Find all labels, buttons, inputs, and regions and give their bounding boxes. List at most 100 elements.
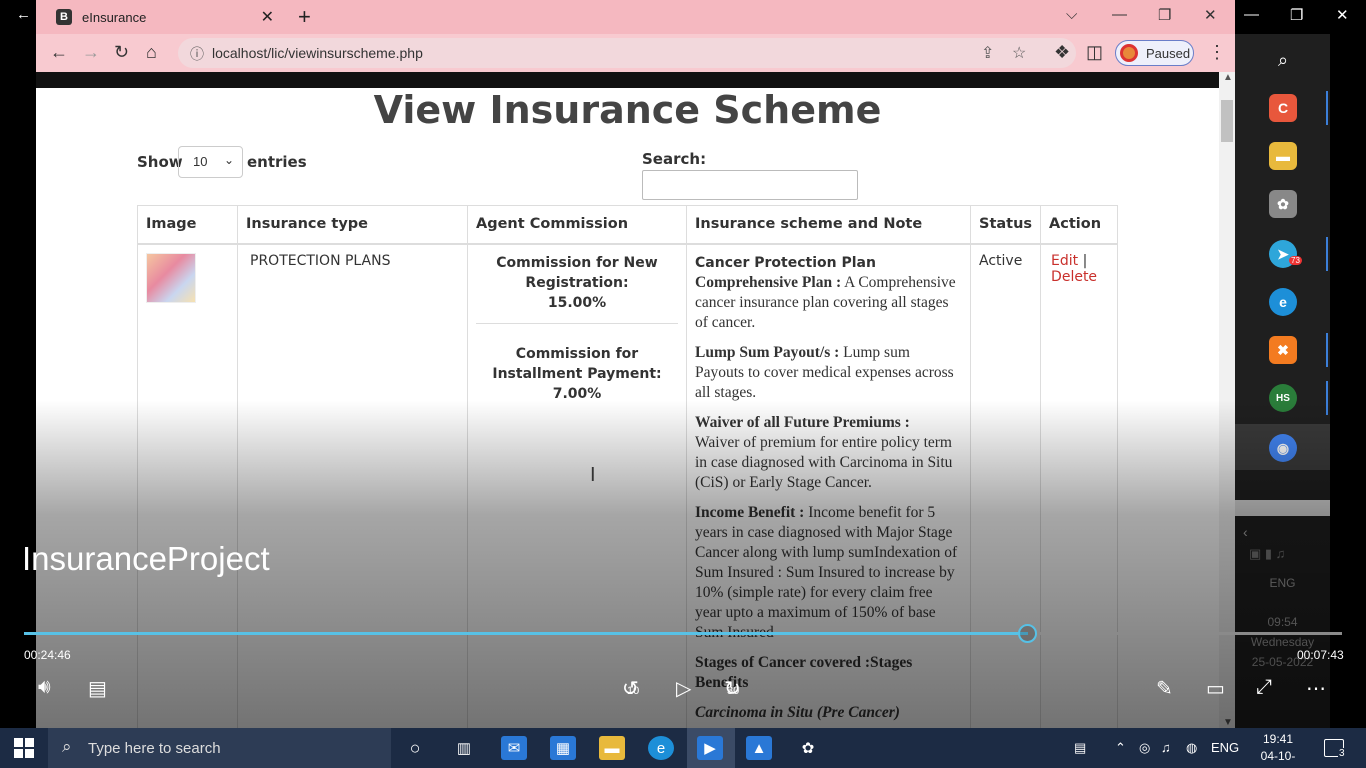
extensions-icon[interactable]: ❖ [1054,42,1070,63]
volume-tray-icon[interactable]: ♫ [1161,740,1171,755]
bookmark-star-icon[interactable]: ☆ [1012,43,1026,63]
cortana-icon[interactable]: ○ [402,736,428,760]
running-indicator [1326,237,1328,271]
forward-seconds: 30 [727,685,740,697]
edge-icon[interactable]: e [1269,288,1297,316]
show-label: Show [137,153,183,171]
profile-button[interactable]: Paused [1115,40,1194,66]
forward-icon[interactable]: → [82,42,100,63]
seek-bar[interactable] [24,624,1342,643]
search-icon[interactable]: ⌕ [1269,46,1297,74]
more-options-icon[interactable]: ⋯ [1306,676,1326,701]
panel-day: Wednesday [1250,635,1315,649]
hs-app-icon[interactable]: HS [1269,384,1297,412]
home-icon[interactable]: ⌂ [146,42,157,63]
taskbar-search[interactable]: ⌕ Type here to search [48,728,391,768]
tab-strip: B eInsurance ✕ + ⌵ — ❐ ✕ [36,0,1235,34]
browser-tab[interactable]: B eInsurance ✕ [44,0,284,34]
scheme-table: Image Insurance type Agent Commission In… [137,205,1119,728]
app-close-icon[interactable]: ✕ [1336,6,1349,24]
task-view-icon[interactable]: ▥ [451,736,477,760]
address-bar[interactable]: ⓘ localhost/lic/viewinsurscheme.php ⇪ ☆ [178,38,1076,68]
running-indicator [1326,91,1328,125]
restore-icon[interactable]: ❐ [1158,6,1171,24]
share-icon[interactable]: ⇪ [981,43,994,63]
scheme-thumbnail [146,252,196,303]
file-explorer-icon[interactable]: ▬ [599,736,625,760]
column-header-insurance-type[interactable]: Insurance type [237,205,468,245]
taskbar-search-placeholder: Type here to search [88,740,221,757]
panel-hscrollbar[interactable] [1235,500,1330,516]
windows-taskbar: ⌕ Type here to search ○ ▥ ✉ ▦ ▬ e ▶ ▲ ✿ … [0,728,1366,768]
edit-pen-icon[interactable]: ✎ [1156,676,1173,701]
captions-icon[interactable]: ▤ [88,676,107,701]
running-indicator [1326,381,1328,415]
column-header-action[interactable]: Action [1040,205,1119,245]
scroll-down-icon[interactable]: ▼ [1223,717,1233,728]
page-scrollbar[interactable]: ▲ ▼ [1219,72,1235,728]
reload-icon[interactable]: ↻ [114,42,129,63]
close-window-icon[interactable]: ✕ [1204,6,1217,24]
network-icon[interactable]: ◍ [1186,740,1197,756]
side-panel-icon[interactable]: ◫ [1086,42,1103,63]
paint-icon[interactable]: ✿ [795,736,821,760]
minimize-icon[interactable]: — [1112,6,1127,23]
chrome-icon[interactable]: ◉ [1269,434,1297,462]
tab-search-chevron-icon[interactable]: ⌵ [1066,6,1077,23]
taskbar-language[interactable]: ENG [1211,740,1239,755]
action-cell: Edit | Delete [1040,243,1119,728]
panel-time: 09:54 [1267,615,1298,629]
back-icon[interactable]: ← [50,42,68,63]
close-tab-icon[interactable]: ✕ [261,7,274,27]
paint-icon[interactable]: ✿ [1269,190,1297,218]
type-cell: PROTECTION PLANS [237,243,468,728]
folder-icon[interactable]: ▬ [1269,142,1297,170]
video-player-icon[interactable]: ▶ [697,736,723,760]
entries-select[interactable]: 10 ⌄ [178,146,243,178]
new-tab-icon[interactable]: + [298,4,311,30]
app-back-icon[interactable]: ← [16,6,31,23]
tray-chevron-up-icon[interactable]: ⌃ [1115,740,1126,756]
elapsed-time: 00:24:46 [24,648,71,662]
start-button[interactable] [14,738,34,758]
column-header-status[interactable]: Status [969,205,1042,245]
edit-link[interactable]: Edit [1051,253,1078,269]
scroll-up-icon[interactable]: ▲ [1223,72,1233,83]
column-header-agent-commission[interactable]: Agent Commission [467,205,687,245]
menu-kebab-icon[interactable]: ⋮ [1208,42,1226,63]
fullscreen-icon[interactable]: ⤢ [1256,676,1272,699]
column-header-image[interactable]: Image [137,205,238,245]
app-minimize-icon[interactable]: — [1244,6,1259,23]
commission-new-label: Commission for New Registration: [496,254,658,291]
xampp-icon[interactable]: ✖ [1269,336,1297,364]
app-restore-icon[interactable]: ❐ [1290,6,1303,24]
taskbar-clock[interactable]: 19:41 04-10-2022 [1249,731,1307,768]
browser-toolbar: ← → ↻ ⌂ ⓘ localhost/lic/viewinsurscheme.… [36,34,1235,72]
camera-icon[interactable]: ◎ [1139,740,1150,756]
mail-icon[interactable]: ✉ [501,736,527,760]
edge-icon[interactable]: e [648,736,674,760]
news-widget-icon[interactable]: ▤ [1074,740,1086,756]
photos-icon[interactable]: ▲ [746,736,772,760]
store-icon[interactable]: ▦ [550,736,576,760]
system-tray-icons[interactable]: ▣ ▮ ♫ [1249,546,1285,562]
app-icon-c[interactable]: C [1269,94,1297,122]
note-text: Income benefit for 5 years in case diagn… [695,503,958,641]
site-info-icon[interactable]: ⓘ [190,44,204,64]
play-icon[interactable]: ▷ [676,676,691,701]
delete-link[interactable]: Delete [1051,269,1097,285]
entries-value: 10 [193,154,208,169]
volume-icon[interactable]: 🔊︎ [38,676,51,699]
scroll-thumb[interactable] [1221,100,1233,142]
note-paragraph: Carcinoma in Situ (Pre Cancer) [695,703,962,723]
video-title: InsuranceProject [22,540,270,577]
seek-progress [24,632,1029,635]
mini-view-icon[interactable]: ▭ [1206,676,1225,701]
chevron-left-icon[interactable]: ‹ [1243,524,1248,540]
avatar [1120,44,1138,62]
note-paragraph: Income Benefit : Income benefit for 5 ye… [695,503,962,643]
column-header-scheme-note[interactable]: Insurance scheme and Note [686,205,971,245]
rewind-seconds: 10 [627,685,640,697]
table-row: PROTECTION PLANS Commission for New Regi… [137,243,1119,728]
search-input[interactable] [642,170,858,200]
